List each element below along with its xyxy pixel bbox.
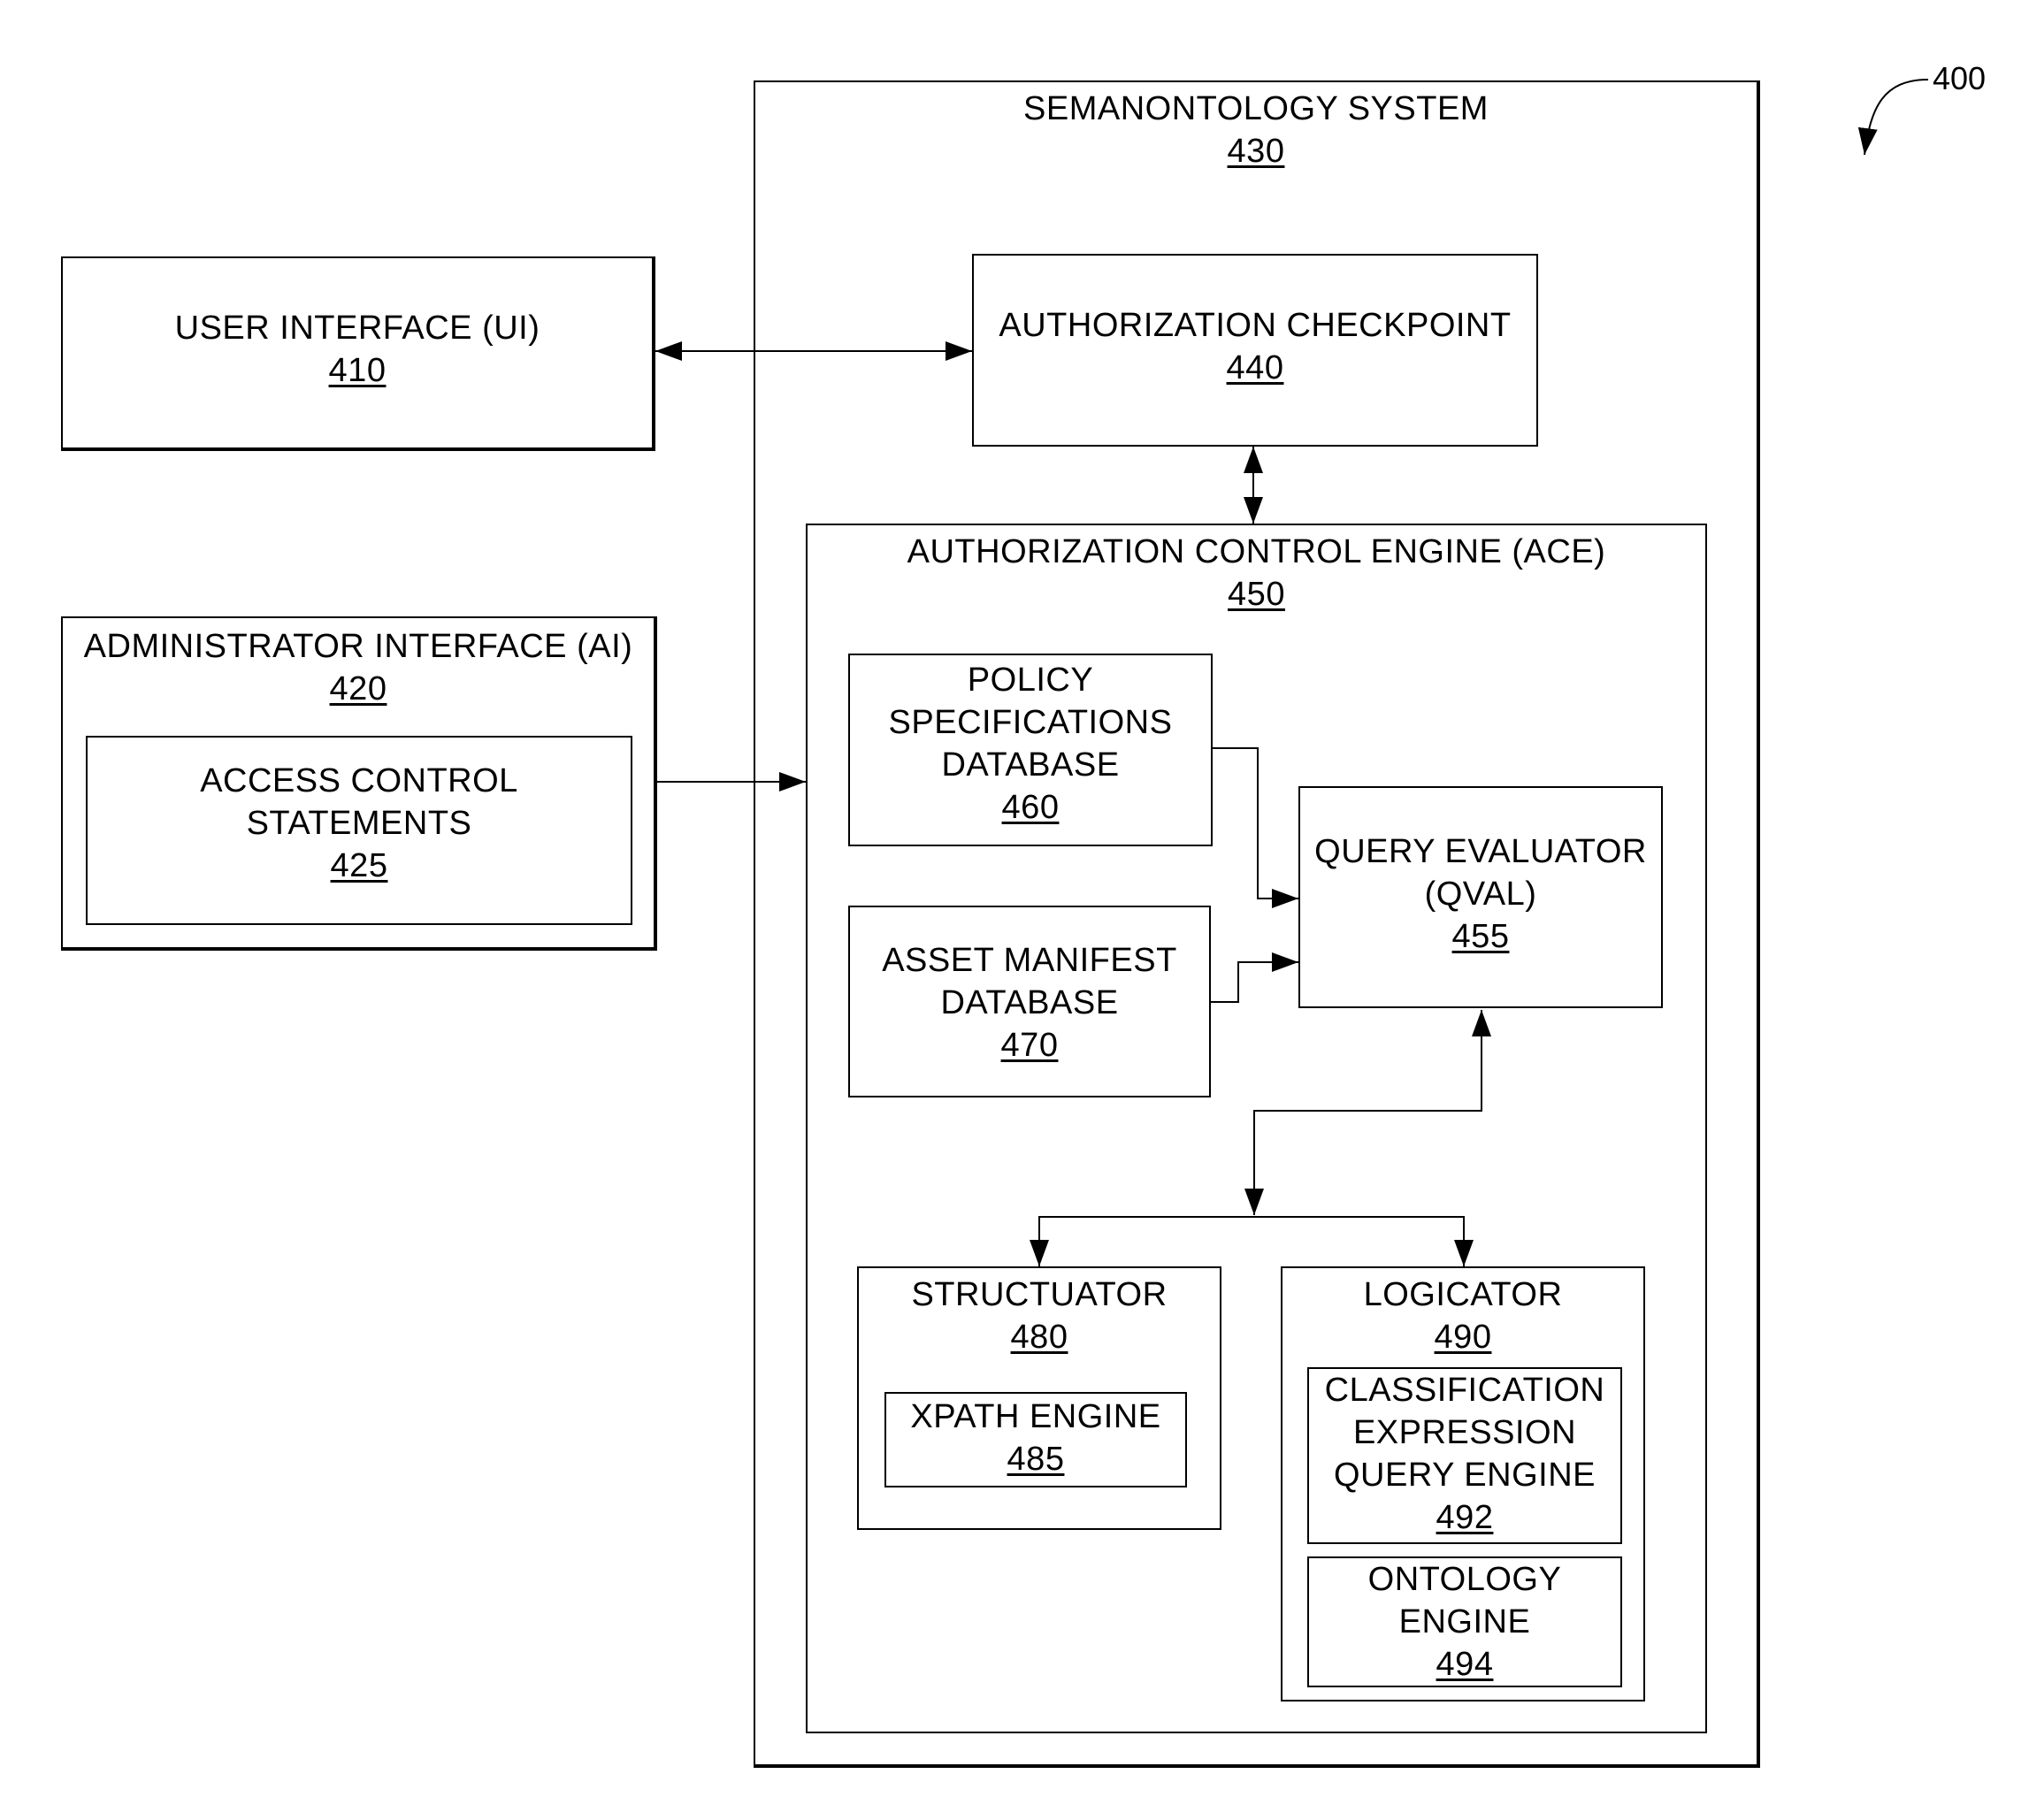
policy-specifications-database-box: POLICY SPECIFICATIONS DATABASE 460	[848, 654, 1213, 846]
ontology-engine-box: ONTOLOGY ENGINE 494	[1307, 1556, 1622, 1687]
user-interface-box: USER INTERFACE (UI) 410	[61, 256, 655, 451]
xpath-engine-number: 485	[1007, 1441, 1065, 1478]
user-interface-number: 410	[328, 352, 387, 389]
ace-title: AUTHORIZATION CONTROL ENGINE (ACE)	[907, 533, 1606, 570]
classification-line1: CLASSIFICATION	[1324, 1372, 1605, 1409]
policy-db-line2: SPECIFICATIONS	[888, 704, 1173, 741]
access-control-line2: STATEMENTS	[246, 805, 472, 842]
ace-number: 450	[1228, 576, 1285, 613]
logicator-title: LOGICATOR	[1363, 1276, 1563, 1313]
logicator-box: LOGICATOR 490 CLASSIFICATION EXPRESSION …	[1281, 1266, 1645, 1701]
classification-line3: QUERY ENGINE	[1333, 1457, 1596, 1494]
policy-db-number: 460	[1001, 789, 1060, 826]
policy-db-line3: DATABASE	[941, 746, 1120, 784]
figure-ref-leader	[1857, 79, 1929, 156]
access-control-box: ACCESS CONTROL STATEMENTS 425	[86, 736, 632, 925]
classification-line2: EXPRESSION	[1352, 1414, 1577, 1451]
ontology-line1: ONTOLOGY	[1367, 1561, 1562, 1598]
access-control-number: 425	[330, 847, 388, 884]
ontology-number: 494	[1436, 1646, 1494, 1683]
asset-db-line2: DATABASE	[940, 984, 1119, 1021]
policy-db-line1: POLICY	[967, 661, 1094, 699]
query-evaluator-number: 455	[1451, 918, 1510, 955]
query-evaluator-line1: QUERY EVALUATOR	[1314, 833, 1647, 870]
authorization-checkpoint-title: AUTHORIZATION CHECKPOINT	[999, 307, 1512, 344]
semanontology-number: 430	[1227, 133, 1285, 170]
ontology-line2: ENGINE	[1398, 1603, 1531, 1640]
structuator-box: STRUCTUATOR 480 XPATH ENGINE 485	[857, 1266, 1221, 1530]
user-interface-title: USER INTERFACE (UI)	[174, 310, 540, 347]
authorization-checkpoint-box: AUTHORIZATION CHECKPOINT 440	[972, 254, 1538, 447]
query-evaluator-box: QUERY EVALUATOR (QVAL) 455	[1298, 786, 1663, 1008]
access-control-line1: ACCESS CONTROL	[200, 762, 518, 799]
structuator-number: 480	[1010, 1319, 1068, 1356]
figure-ref-label: 400	[1933, 60, 1987, 96]
asset-db-number: 470	[1000, 1027, 1059, 1064]
semanontology-title: SEMANONTOLOGY SYSTEM	[1023, 90, 1489, 127]
admin-interface-box: ADMINISTRATOR INTERFACE (AI) 420 ACCESS …	[61, 616, 657, 951]
admin-interface-number: 420	[329, 670, 387, 707]
xpath-engine-box: XPATH ENGINE 485	[884, 1392, 1187, 1487]
structuator-title: STRUCTUATOR	[911, 1276, 1168, 1313]
classification-engine-box: CLASSIFICATION EXPRESSION QUERY ENGINE 4…	[1307, 1367, 1622, 1544]
authorization-checkpoint-number: 440	[1226, 349, 1284, 386]
admin-interface-title: ADMINISTRATOR INTERFACE (AI)	[83, 628, 633, 665]
xpath-engine-title: XPATH ENGINE	[910, 1398, 1161, 1435]
asset-manifest-database-box: ASSET MANIFEST DATABASE 470	[848, 906, 1211, 1097]
logicator-number: 490	[1434, 1319, 1492, 1356]
classification-number: 492	[1436, 1499, 1494, 1536]
asset-db-line1: ASSET MANIFEST	[882, 942, 1177, 979]
query-evaluator-line2: (QVAL)	[1424, 876, 1537, 913]
